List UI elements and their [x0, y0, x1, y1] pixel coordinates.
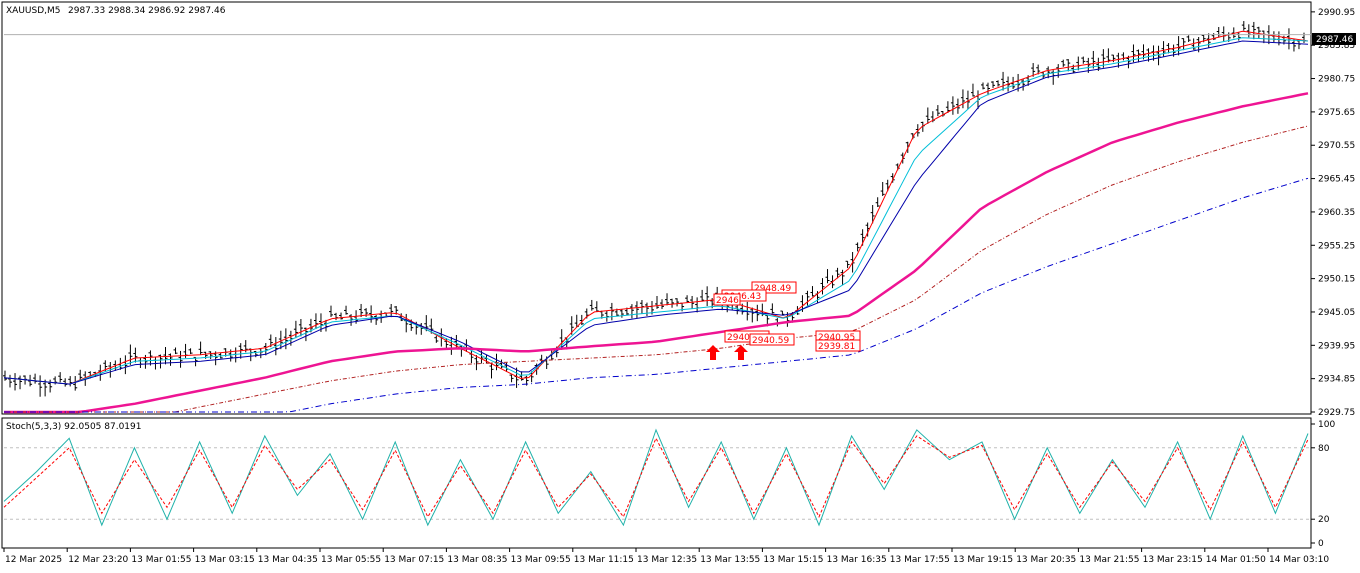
- price-annotation[interactable]: 2946: [713, 293, 741, 306]
- stoch-tick-label: 20: [1318, 515, 1330, 525]
- price-annotation-text: 2940.59: [752, 336, 789, 346]
- chart-window[interactable]: 2948.49 2946.43 2946 2940.97 2940.59 2940.95 2…: [0, 0, 1360, 570]
- price-tick-label: 2939.95: [1318, 341, 1355, 351]
- time-tick-label: 14 Mar 03:10: [1269, 555, 1329, 565]
- price-tick-label: 2980.75: [1318, 75, 1355, 85]
- time-tick-label: 13 Mar 03:15: [195, 555, 255, 565]
- price-annotation-text: 2946: [716, 296, 739, 306]
- time-tick-label: 13 Mar 11:15: [574, 555, 634, 565]
- time-tick-label: 12 Mar 23:20: [68, 555, 128, 565]
- price-tick-label: 2950.15: [1318, 275, 1355, 285]
- stoch-tick-label: 80: [1318, 444, 1330, 454]
- time-tick-label: 13 Mar 08:35: [447, 555, 507, 565]
- stoch-tick-label: 0: [1318, 539, 1324, 549]
- time-tick-label: 13 Mar 04:35: [258, 555, 318, 565]
- time-tick-label: 13 Mar 05:55: [321, 555, 381, 565]
- time-tick-label: 13 Mar 20:35: [1016, 555, 1076, 565]
- price-annotation[interactable]: 2940.59: [749, 333, 795, 346]
- time-tick-label: 13 Mar 09:55: [511, 555, 571, 565]
- symbol-label: XAUUSD,M5: [6, 6, 61, 16]
- stoch-tick-label: 100: [1318, 420, 1335, 430]
- price-tick-label: 2955.25: [1318, 241, 1355, 251]
- price-tick-label: 2934.85: [1318, 375, 1355, 385]
- price-tick-label: 2990.95: [1318, 8, 1355, 18]
- price-tick-label: 2960.35: [1318, 208, 1355, 218]
- time-tick-label: 13 Mar 15:15: [763, 555, 823, 565]
- current-price-label: 2987.46: [1316, 35, 1353, 45]
- price-tick-label: 2970.55: [1318, 141, 1355, 151]
- time-tick-label: 13 Mar 13:55: [700, 555, 760, 565]
- price-annotation[interactable]: 2939.81: [815, 339, 861, 352]
- time-tick-label: 13 Mar 21:55: [1079, 555, 1139, 565]
- ohlc-label: 2987.33 2988.34 2986.92 2987.46: [68, 6, 226, 16]
- price-tick-label: 2929.75: [1318, 408, 1355, 418]
- price-tick-label: 2945.05: [1318, 308, 1355, 318]
- stoch-title: Stoch(5,3,3) 92.0505 87.0191: [6, 422, 141, 432]
- time-tick-label: 13 Mar 12:35: [637, 555, 697, 565]
- time-tick-label: 13 Mar 07:15: [384, 555, 444, 565]
- chart-canvas[interactable]: 2948.492946.4329462940.972940.59 2940.952…: [0, 0, 1360, 570]
- price-annotation-text: 2939.81: [818, 342, 855, 352]
- time-tick-label: 13 Mar 19:15: [953, 555, 1013, 565]
- price-tick-label: 2975.65: [1318, 108, 1355, 118]
- time-tick-label: 14 Mar 01:50: [1206, 555, 1266, 565]
- time-tick-label: 13 Mar 16:35: [827, 555, 887, 565]
- time-tick-label: 13 Mar 01:55: [131, 555, 191, 565]
- time-tick-label: 13 Mar 17:55: [890, 555, 950, 565]
- time-tick-label: 13 Mar 23:15: [1143, 555, 1203, 565]
- time-tick-label: 12 Mar 2025: [5, 555, 62, 565]
- price-tick-label: 2965.45: [1318, 175, 1355, 185]
